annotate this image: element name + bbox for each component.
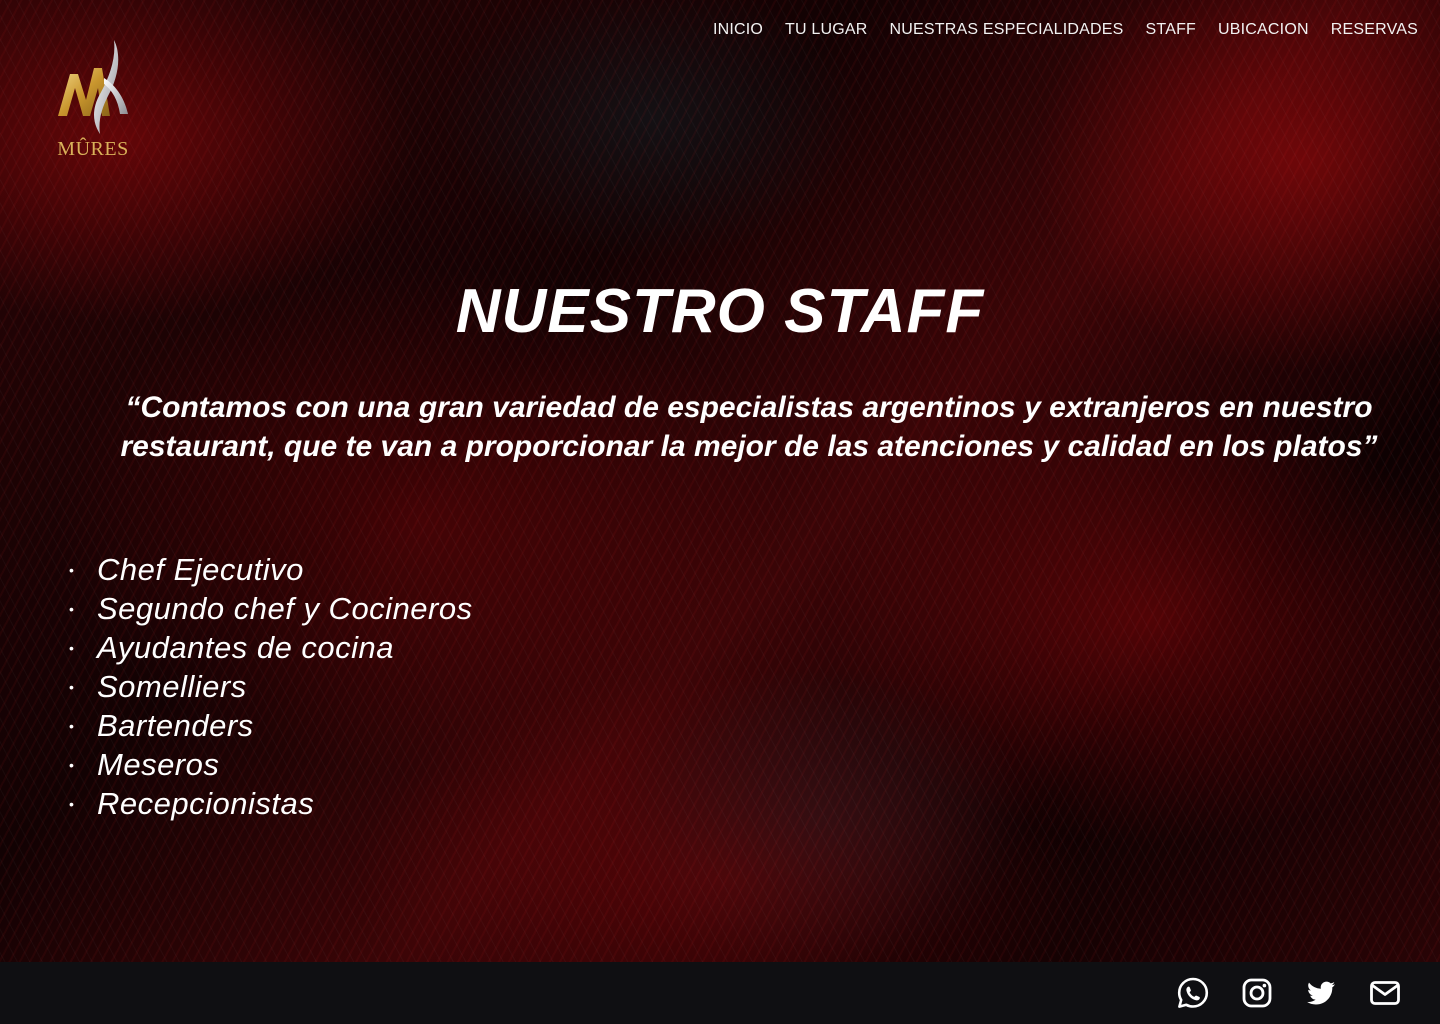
logo-m-icon [58, 40, 128, 134]
instagram-icon[interactable] [1240, 976, 1274, 1010]
nav-item-staff[interactable]: STAFF [1146, 19, 1196, 41]
nav-item-ubicacion[interactable]: UBICACION [1218, 19, 1309, 41]
page-title: NUESTRO STAFF [455, 277, 985, 346]
nav-item-reservas[interactable]: RESERVAS [1331, 19, 1418, 41]
bullet-icon: • [69, 678, 75, 695]
bullet-icon: • [69, 600, 75, 617]
whatsapp-icon[interactable] [1176, 976, 1210, 1010]
list-item: • Somelliers [66, 667, 473, 706]
staff-page: MÛRES INICIO TU LUGAR NUESTRAS ESPECIALI… [0, 0, 1440, 1024]
staff-role: Somelliers [97, 668, 247, 704]
staff-role: Segundo chef y Cocineros [97, 590, 473, 626]
list-item: • Chef Ejecutivo [66, 550, 473, 589]
staff-role: Bartenders [97, 707, 254, 743]
staff-role: Recepcionistas [97, 785, 315, 821]
staff-role: Ayudantes de cocina [97, 629, 395, 665]
social-links [1176, 976, 1402, 1010]
brand-name: MÛRES [57, 138, 129, 160]
list-item: • Meseros [66, 745, 473, 784]
brand-logo[interactable]: MÛRES [52, 38, 134, 166]
bullet-icon: • [69, 795, 75, 812]
email-icon[interactable] [1368, 976, 1402, 1010]
staff-role: Meseros [97, 746, 220, 782]
staff-quote: “Contamos con una gran variedad de espec… [120, 391, 1378, 463]
nav-item-tu-lugar[interactable]: TU LUGAR [785, 19, 868, 41]
list-item: • Bartenders [66, 706, 473, 745]
list-item: • Segundo chef y Cocineros [66, 589, 473, 628]
twitter-icon[interactable] [1304, 976, 1338, 1010]
staff-role: Chef Ejecutivo [97, 551, 304, 587]
nav-item-especialidades[interactable]: NUESTRAS ESPECIALIDADES [890, 19, 1124, 41]
footer-bar [0, 962, 1440, 1024]
bullet-icon: • [69, 639, 75, 656]
bullet-icon: • [69, 561, 75, 578]
bullet-icon: • [69, 756, 75, 773]
main-nav: INICIO TU LUGAR NUESTRAS ESPECIALIDADES … [713, 19, 1418, 41]
staff-list: • Chef Ejecutivo • Segundo chef y Cocine… [66, 550, 473, 823]
nav-item-inicio[interactable]: INICIO [713, 19, 763, 41]
bullet-icon: • [69, 717, 75, 734]
list-item: • Ayudantes de cocina [66, 628, 473, 667]
list-item: • Recepcionistas [66, 784, 473, 823]
